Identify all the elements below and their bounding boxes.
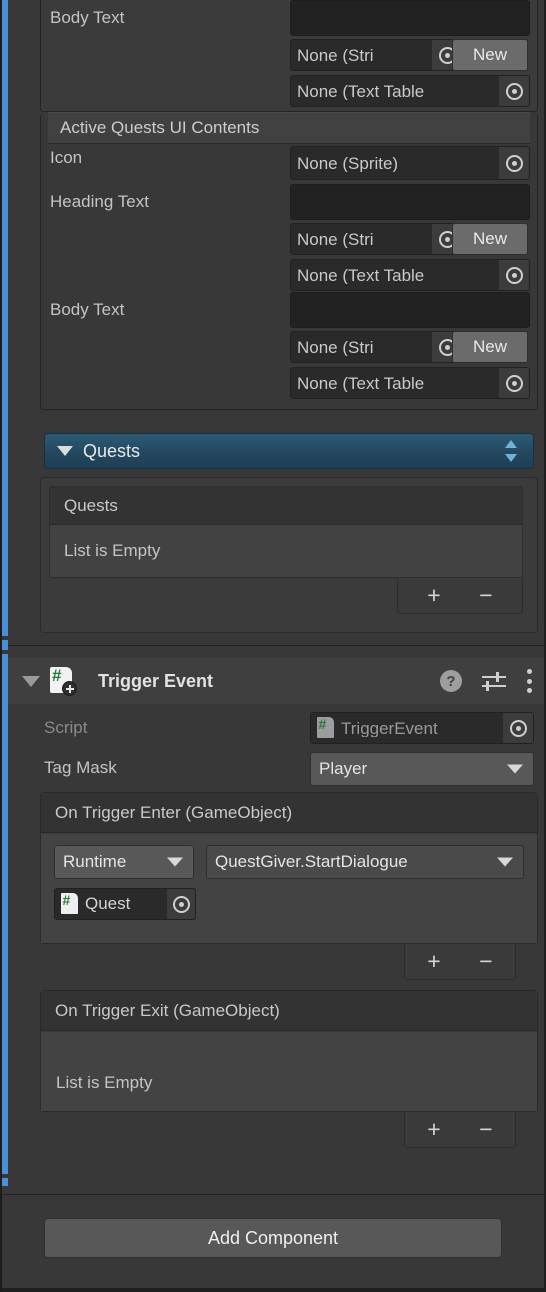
body-text-label-1: Body Text <box>50 8 125 27</box>
script-label: Script <box>44 718 88 737</box>
csharp-file-icon <box>317 716 337 739</box>
on-trigger-exit-footer: + − <box>404 1112 516 1148</box>
active-quests-group-box <box>40 114 538 410</box>
window-bottom-edge <box>0 1288 546 1292</box>
reorder-updown-icon[interactable] <box>503 440 519 462</box>
prefab-override-strip-lower <box>2 654 8 1174</box>
on-trigger-enter-call-state-value: Runtime <box>63 852 127 871</box>
on-trigger-enter-argument-field[interactable]: Quest <box>54 888 196 920</box>
component-separator-top <box>0 645 546 646</box>
on-trigger-exit-body <box>41 1032 537 1111</box>
on-trigger-exit-header: On Trigger Exit (GameObject) <box>41 991 537 1031</box>
help-icon[interactable]: ? <box>440 670 462 692</box>
quests-list-remove-button[interactable]: − <box>473 583 499 609</box>
chevron-down-icon[interactable] <box>22 675 40 687</box>
component-header-icons: ? <box>440 669 532 693</box>
tag-mask-label: Tag Mask <box>44 758 117 777</box>
add-component-button[interactable]: Add Component <box>44 1218 502 1258</box>
script-object-field: TriggerEvent <box>310 712 534 744</box>
body-text-table-field-1[interactable]: None (Text Table <box>290 75 530 107</box>
new-localized-string-button-1[interactable]: New <box>452 39 528 71</box>
on-trigger-exit-empty-text: List is Empty <box>56 1073 153 1092</box>
on-trigger-enter-argument-value: Quest <box>85 894 131 913</box>
quests-list-footer: + − <box>397 578 523 614</box>
on-trigger-enter-footer: + − <box>404 944 516 980</box>
body-text-localized-string-value-1: None (Stri <box>297 46 374 64</box>
prefab-override-strip-bottom-tick <box>2 1178 8 1186</box>
on-trigger-enter-remove-button[interactable]: − <box>473 949 499 975</box>
chevron-down-icon[interactable] <box>167 857 183 867</box>
body-text-table-value-1: None (Text Table <box>297 82 425 100</box>
quests-foldout-title: Quests <box>83 440 141 461</box>
on-trigger-exit-remove-button[interactable]: − <box>473 1117 499 1143</box>
object-picker-icon[interactable] <box>167 889 195 919</box>
trigger-event-component-header[interactable]: Trigger Event ? <box>8 658 546 704</box>
object-picker-icon[interactable] <box>503 713 533 743</box>
quests-list-container: Quests List is Empty + − <box>40 477 538 633</box>
trigger-event-title: Trigger Event <box>98 670 214 691</box>
quests-reorderable-list: Quests List is Empty <box>49 486 523 578</box>
chevron-down-icon[interactable] <box>497 857 513 867</box>
quests-list-header: Quests <box>50 487 522 525</box>
unity-inspector-panel: Body Text None (Stri New None (Text Tabl… <box>0 0 546 1292</box>
on-trigger-exit-event-container: On Trigger Exit (GameObject) <box>40 990 538 1112</box>
object-picker-icon[interactable] <box>499 76 529 106</box>
prefab-override-strip-upper <box>2 0 8 636</box>
quests-list-add-button[interactable]: + <box>421 583 447 609</box>
script-value: TriggerEvent <box>341 719 438 737</box>
kebab-menu-icon[interactable] <box>526 669 532 693</box>
chevron-down-icon[interactable] <box>507 764 523 774</box>
prefab-override-strip-tick <box>2 640 8 650</box>
body-text-empty-field-1[interactable] <box>290 0 530 36</box>
on-trigger-exit-add-button[interactable]: + <box>421 1117 447 1143</box>
chevron-down-icon[interactable] <box>57 446 73 456</box>
on-trigger-enter-call-state-dropdown[interactable]: Runtime <box>54 845 194 879</box>
body-text-localized-string-field-1[interactable]: None (Stri <box>290 39 463 71</box>
on-trigger-enter-header: On Trigger Enter (GameObject) <box>41 793 537 833</box>
on-trigger-enter-function-value: QuestGiver.StartDialogue <box>215 852 408 871</box>
tag-mask-value: Player <box>319 759 368 778</box>
preset-icon[interactable] <box>482 671 506 691</box>
csharp-file-icon <box>61 892 81 915</box>
csharp-script-icon <box>50 666 77 696</box>
quests-foldout-header[interactable]: Quests <box>44 433 534 469</box>
quests-list-empty-text: List is Empty <box>50 525 522 577</box>
on-trigger-enter-function-dropdown[interactable]: QuestGiver.StartDialogue <box>206 845 524 879</box>
on-trigger-enter-add-button[interactable]: + <box>421 949 447 975</box>
tag-mask-dropdown[interactable]: Player <box>310 752 534 786</box>
